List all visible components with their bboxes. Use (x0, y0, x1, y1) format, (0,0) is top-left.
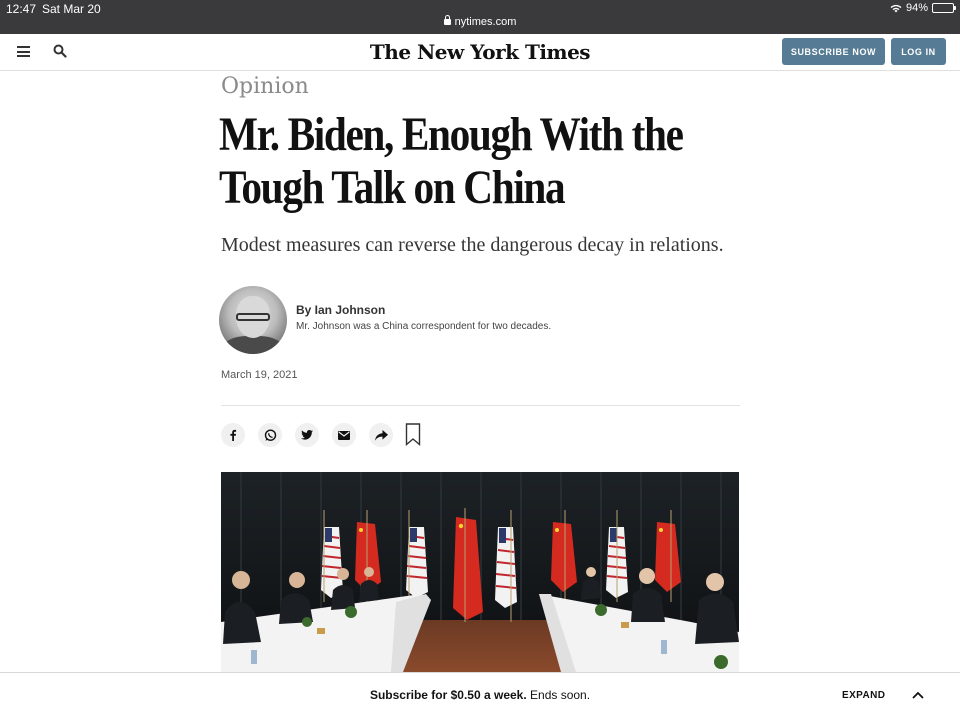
subscription-banner: Subscribe for $0.50 a week. Ends soon. E… (0, 672, 960, 720)
expand-button[interactable]: EXPAND (842, 690, 885, 701)
promo-offer: Subscribe for $0.50 a week. (369, 688, 527, 702)
section-kicker[interactable]: Opinion (221, 74, 309, 99)
log-in-button[interactable]: LOG IN (891, 38, 946, 65)
wifi-icon (890, 4, 902, 12)
battery-icon (932, 3, 956, 13)
author-byline[interactable]: By Ian Johnson (296, 303, 385, 317)
status-time: 12:47 (6, 2, 37, 16)
author-avatar (219, 286, 287, 354)
email-share-button[interactable] (332, 423, 356, 447)
whatsapp-share-button[interactable] (258, 423, 282, 447)
publish-date: March 19, 2021 (221, 369, 298, 381)
status-date: Sat Mar 20 (42, 2, 101, 16)
bookmark-icon[interactable] (405, 423, 421, 446)
battery-percent: 94% (905, 2, 928, 14)
article-summary: Modest measures can reverse the dangerou… (221, 234, 724, 256)
facebook-share-button[interactable] (221, 423, 245, 447)
status-indicators: 94% (890, 2, 956, 14)
subscribe-now-button[interactable]: SUBSCRIBE NOW (782, 38, 885, 65)
status-bar: 12:47 Sat Mar 20 nytimes.com 94% (0, 0, 960, 34)
share-more-button[interactable] (369, 423, 393, 447)
divider (221, 405, 740, 406)
masthead: The New York Times SUBSCRIBE NOW LOG IN (0, 34, 960, 71)
email-icon (338, 430, 350, 440)
lock-icon (443, 15, 451, 25)
promo-deadline: Ends soon. (526, 688, 591, 702)
share-icon (374, 429, 388, 441)
subscription-promo[interactable]: Subscribe for $0.50 a week. Ends soon. (0, 688, 960, 702)
url-text: nytimes.com (454, 16, 517, 28)
facebook-icon (230, 429, 237, 441)
url-bar[interactable]: nytimes.com (0, 15, 960, 28)
twitter-icon (301, 430, 313, 440)
article-lead-photo (221, 472, 739, 672)
whatsapp-icon (264, 428, 276, 441)
twitter-share-button[interactable] (295, 423, 319, 447)
author-bio: Mr. Johnson was a China correspondent fo… (296, 321, 552, 332)
article-headline: Mr. Biden, Enough With the Tough Talk on… (219, 108, 684, 214)
chevron-up-icon[interactable] (912, 691, 924, 699)
